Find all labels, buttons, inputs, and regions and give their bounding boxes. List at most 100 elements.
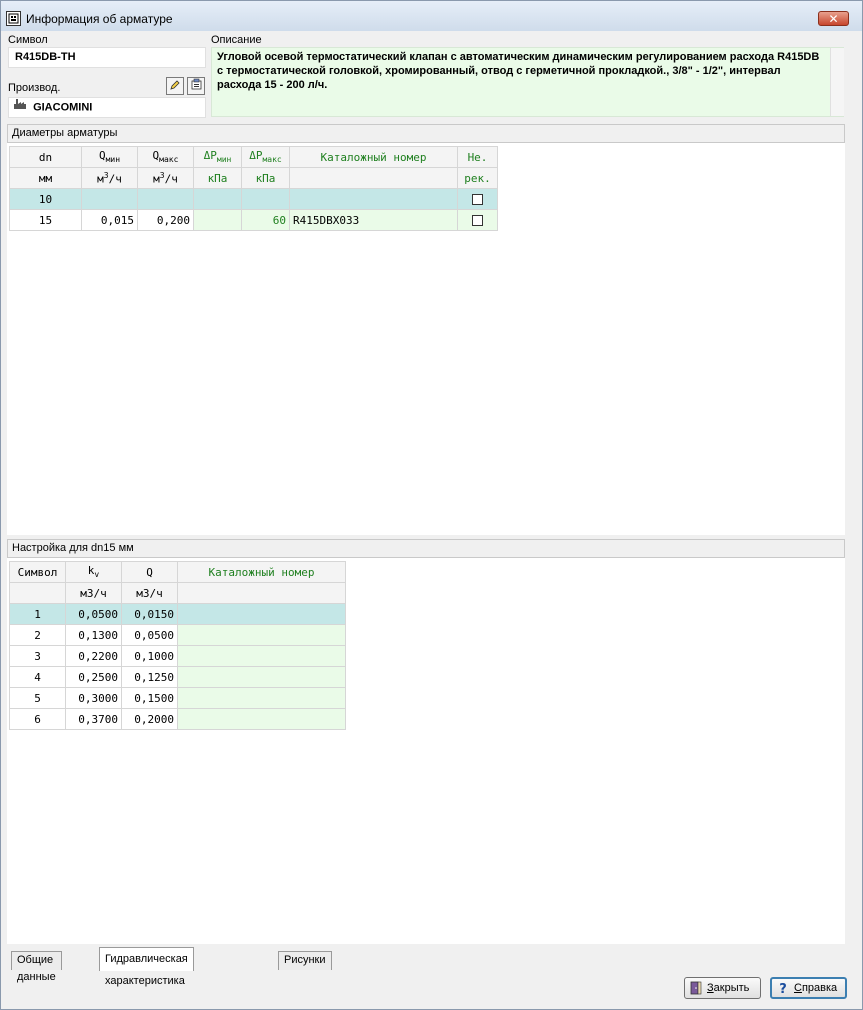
cell-dpmax[interactable]: 60 [241, 209, 290, 231]
cell-kv[interactable]: 0,1300 [65, 624, 122, 646]
symbol-value: R415DB-TH [15, 51, 76, 63]
cell-qmax[interactable] [137, 188, 194, 210]
cell-symbol[interactable]: 2 [9, 624, 66, 646]
diameters-section-header: Диаметры арматуры [7, 124, 845, 143]
description-label: Описание [211, 34, 262, 46]
cell-settings-catalog[interactable] [177, 645, 346, 667]
cell-q[interactable]: 0,2000 [121, 708, 178, 730]
cell-q[interactable]: 0,1500 [121, 687, 178, 709]
unit-qmax: м3/ч [137, 167, 194, 189]
settings-header-row: Символ kv Q Каталожный номер [9, 561, 346, 583]
help-button[interactable]: ? Справка [770, 977, 847, 999]
diameters-header-row: dn Qмин Qмакс ΔPмин ΔPмакс Каталожный но… [9, 146, 498, 168]
cell-kv[interactable]: 0,2500 [65, 666, 122, 688]
cell-symbol[interactable]: 6 [9, 708, 66, 730]
symbol-field[interactable]: R415DB-TH [8, 47, 206, 68]
cell-notrec[interactable] [457, 209, 498, 231]
table-row[interactable]: 6 0,3700 0,2000 [9, 708, 346, 730]
col-notrec-header: Не. [457, 146, 498, 168]
tab-pictures-label: Рисунки [284, 954, 326, 966]
cell-catalog[interactable]: R415DBX033 [289, 209, 458, 231]
factory-icon [13, 98, 27, 117]
col-catalog-header: Каталожный номер [289, 146, 458, 168]
tab-hydraulic[interactable]: Гидравлическая характеристика [99, 947, 194, 987]
cell-qmin[interactable] [81, 188, 138, 210]
settings-section-title: Настройка для dn15 мм [12, 542, 134, 554]
cell-kv[interactable]: 0,3000 [65, 687, 122, 709]
settings-section-header: Настройка для dn15 мм [7, 539, 845, 558]
cell-kv[interactable]: 0,0500 [65, 603, 122, 625]
cell-dpmax[interactable] [241, 188, 290, 210]
manufacturer-info-button[interactable] [187, 77, 205, 95]
col-kv-header: kv [65, 561, 122, 583]
svg-text:?: ? [779, 982, 787, 995]
window-close-button[interactable]: ✕ [818, 11, 849, 26]
col-dpmin-header: ΔPмин [193, 146, 242, 168]
cell-settings-catalog[interactable] [177, 687, 346, 709]
cell-kv[interactable]: 0,3700 [65, 708, 122, 730]
description-text: Угловой осевой термостатический клапан с… [217, 51, 820, 91]
unit-dpmin: кПа [193, 167, 242, 189]
not-recommended-checkbox[interactable] [472, 215, 483, 226]
cell-catalog[interactable] [289, 188, 458, 210]
col-q-header: Q [121, 561, 178, 583]
cell-q[interactable]: 0,1000 [121, 645, 178, 667]
cell-notrec[interactable] [457, 188, 498, 210]
cell-symbol[interactable]: 5 [9, 687, 66, 709]
manufacturer-info-icon [190, 78, 203, 94]
settings-table: Символ kv Q Каталожный номер м3/ч м3/ч 1… [9, 561, 346, 730]
cell-dn[interactable]: 15 [9, 209, 82, 231]
cell-qmin[interactable]: 0,015 [81, 209, 138, 231]
cell-dpmin[interactable] [193, 188, 242, 210]
col-qmax-header: Qмакс [137, 146, 194, 168]
tab-hydraulic-label: Гидравлическая характеристика [105, 953, 188, 987]
table-row[interactable]: 3 0,2200 0,1000 [9, 645, 346, 667]
tab-pictures[interactable]: Рисунки [278, 951, 332, 970]
unit-notrec: рек. [457, 167, 498, 189]
table-row[interactable]: 10 [9, 188, 498, 210]
cell-symbol[interactable]: 3 [9, 645, 66, 667]
cell-symbol[interactable]: 1 [9, 603, 66, 625]
cell-qmax[interactable]: 0,200 [137, 209, 194, 231]
cell-kv[interactable]: 0,2200 [65, 645, 122, 667]
description-field[interactable]: Угловой осевой термостатический клапан с… [211, 47, 844, 117]
cell-settings-catalog[interactable] [177, 708, 346, 730]
unit-dpmax: кПа [241, 167, 290, 189]
cell-q[interactable]: 0,1250 [121, 666, 178, 688]
edit-manufacturer-button[interactable] [166, 77, 184, 95]
unit-catalog [289, 167, 458, 189]
cell-q[interactable]: 0,0500 [121, 624, 178, 646]
manufacturer-label: Производ. [8, 82, 61, 94]
cell-symbol[interactable]: 4 [9, 666, 66, 688]
not-recommended-checkbox[interactable] [472, 194, 483, 205]
settings-units-row: м3/ч м3/ч [9, 582, 346, 604]
pencil-icon [169, 79, 181, 94]
unit-kv: м3/ч [65, 582, 122, 604]
dialog-window: Информация об арматуре ✕ Символ R415DB-T… [0, 0, 863, 1010]
tab-general[interactable]: Общие данные [11, 951, 62, 983]
table-row[interactable]: 15 0,015 0,200 60 R415DBX033 [9, 209, 498, 231]
close-icon: ✕ [828, 11, 839, 26]
question-icon: ? [776, 981, 790, 995]
col-dn-header: dn [9, 146, 82, 168]
cell-q[interactable]: 0,0150 [121, 603, 178, 625]
unit-qmin: м3/ч [81, 167, 138, 189]
exit-door-icon [689, 981, 703, 995]
cell-dpmin[interactable] [193, 209, 242, 231]
col-qmin-header: Qмин [81, 146, 138, 168]
table-row[interactable]: 1 0,0500 0,0150 [9, 603, 346, 625]
manufacturer-field[interactable]: GIACOMINI [8, 97, 206, 118]
table-row[interactable]: 4 0,2500 0,1250 [9, 666, 346, 688]
cell-settings-catalog[interactable] [177, 624, 346, 646]
table-row[interactable]: 2 0,1300 0,0500 [9, 624, 346, 646]
manufacturer-value: GIACOMINI [33, 101, 93, 114]
cell-settings-catalog[interactable] [177, 603, 346, 625]
description-scrollbar[interactable] [830, 48, 844, 116]
unit-q: м3/ч [121, 582, 178, 604]
diameters-section-title: Диаметры арматуры [12, 127, 118, 139]
table-row[interactable]: 5 0,3000 0,1500 [9, 687, 346, 709]
cell-settings-catalog[interactable] [177, 666, 346, 688]
close-button[interactable]: Закрыть [684, 977, 761, 999]
cell-dn[interactable]: 10 [9, 188, 82, 210]
title-bar: Информация об арматуре ✕ [1, 1, 862, 31]
